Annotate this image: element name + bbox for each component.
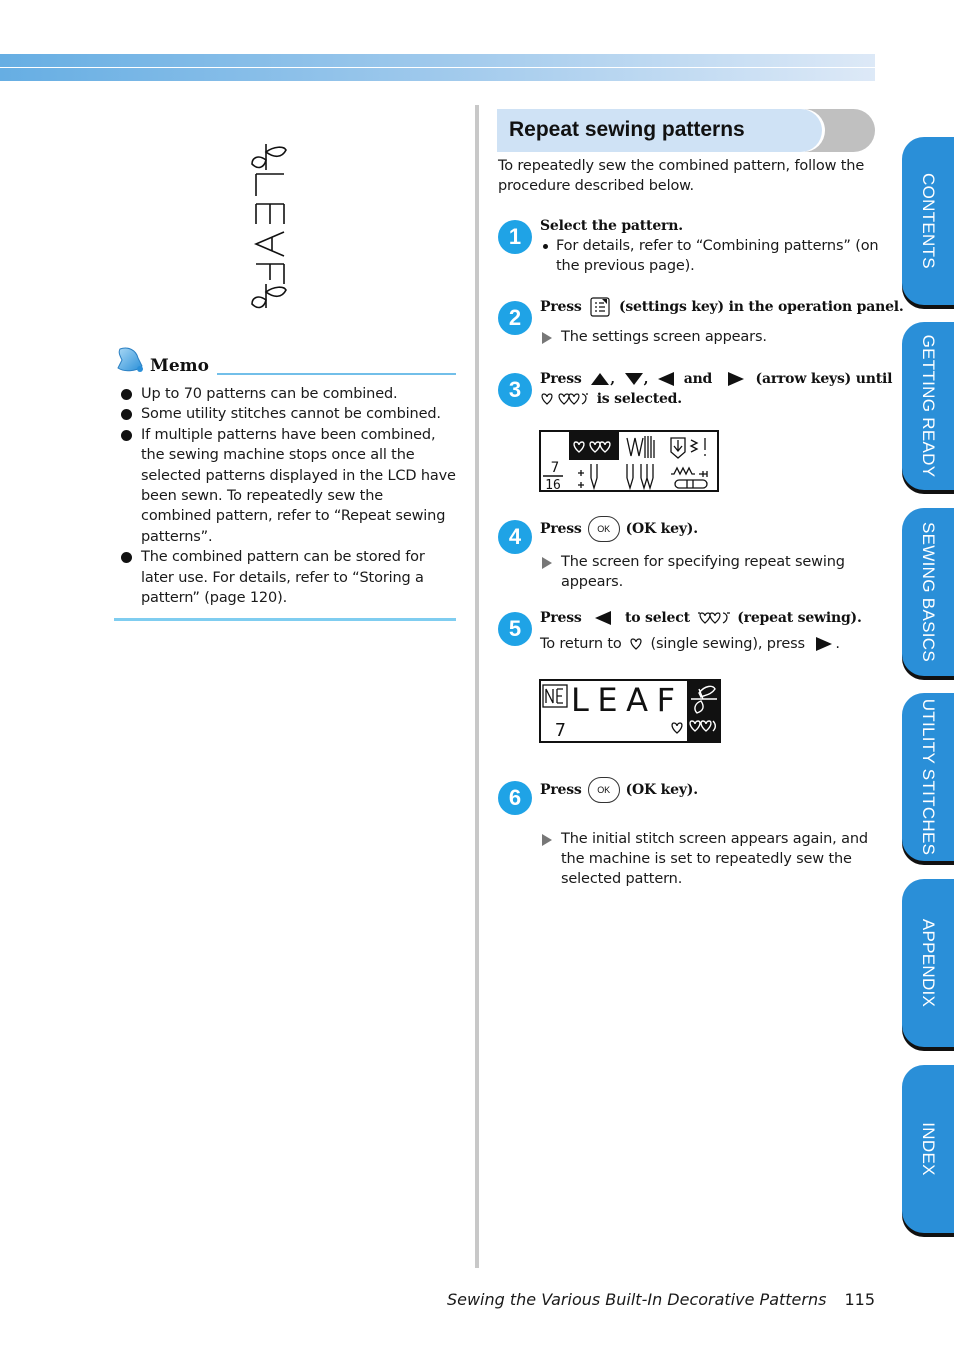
bullet-icon [121, 552, 132, 564]
section-bar-fill: Repeat sewing patterns [497, 109, 822, 152]
page-footer: Sewing the Various Built-In Decorative P… [0, 1290, 875, 1309]
arrow-left-key-icon [595, 611, 612, 625]
step-heading: Press to select (repeat sewing). [540, 610, 862, 626]
step-result: The initial stitch screen appears again,… [540, 829, 880, 889]
lcd-elongation-icon [674, 479, 708, 489]
step-number: 5 [498, 612, 532, 646]
lcd-repeat-count: 7 [555, 720, 566, 741]
lcd-pattern-length-icon [671, 466, 708, 477]
step-number: 1 [498, 220, 532, 254]
lcd-fraction-top: 7 [551, 460, 559, 476]
arrow-right-key-icon [816, 637, 833, 651]
lcd-buttonhole-icon [670, 437, 686, 459]
lcd-settings-graphic: 7 16 [543, 432, 708, 493]
side-tab-sewing-basics[interactable]: SEWING BASICS [902, 508, 954, 676]
settings-key-icon [590, 297, 610, 317]
result-arrow-icon [542, 332, 552, 344]
arrow-left-key-icon [658, 372, 675, 386]
single-sewing-icon [630, 638, 642, 650]
bell-memo-icon [117, 347, 143, 372]
chapter-title: Sewing the Various Built-In Decorative P… [446, 1290, 827, 1309]
side-tab-index[interactable]: INDEX [902, 1065, 954, 1233]
column-divider [475, 105, 479, 1268]
lcd-repeat-screen: LEAF 7 [539, 679, 721, 743]
memo-title: Memo [150, 356, 209, 376]
arrow-down-key-icon [624, 373, 643, 385]
step-number: 3 [498, 373, 532, 407]
bullet-icon [121, 389, 132, 400]
lcd-single-sewing-icon [671, 722, 683, 734]
side-tab-getting-ready[interactable]: GETTING READY [902, 322, 954, 490]
leaf-motif-icon [251, 144, 287, 170]
arrow-up-key-icon [591, 373, 610, 385]
side-tab-utility-stitches[interactable]: UTILITY STITCHES [902, 693, 954, 861]
step-result: The screen for specifying repeat sewing … [540, 552, 880, 592]
leaf-pattern-illustration [251, 144, 287, 309]
memo-box: Memo Up to 70 patterns can be combined. … [114, 346, 456, 622]
lcd-stitch-zigzag-icon [626, 436, 655, 458]
lcd-tension-icon [689, 438, 706, 456]
header-band-bottom [0, 68, 875, 81]
arrow-right-key-icon [727, 372, 744, 386]
lcd-pattern-text: LEAF [571, 681, 681, 719]
bullet-icon [121, 409, 132, 421]
step-heading: Select the pattern. [540, 218, 683, 234]
lcd-settings-screen: 7 16 [539, 430, 719, 493]
step-note: To return to (single sewing), press . [540, 636, 840, 652]
bullet-icon [121, 429, 132, 441]
memo-item: Some utility stitches cannot be combined… [114, 404, 456, 424]
step-heading: Press (settings key) in the operation pa… [540, 297, 904, 317]
lcd-stitch-length-icon [578, 464, 598, 491]
result-arrow-icon [542, 557, 552, 569]
section-title: Repeat sewing patterns [509, 118, 745, 141]
step-heading: Press OK (OK key). [540, 777, 880, 803]
step-number: 6 [498, 781, 532, 815]
page-number: 115 [844, 1290, 875, 1309]
step-heading-line2: is selected. [540, 389, 880, 409]
side-tab-contents[interactable]: CONTENTS [902, 137, 954, 305]
memo-bottom-rule [114, 618, 456, 622]
step-result: The settings screen appears. [540, 327, 880, 347]
repeat-sewing-icon [697, 612, 730, 624]
memo-item: Up to 70 patterns can be combined. [114, 384, 456, 404]
memo-list: Up to 70 patterns can be combined. Some … [114, 384, 456, 608]
step-number: 4 [498, 520, 532, 554]
lcd-fraction-bottom: 16 [545, 478, 561, 490]
header-band-top [0, 54, 875, 67]
lcd-stitch-width-icon [626, 464, 654, 491]
step-heading: Press , , and (arrow keys) until [540, 371, 893, 387]
section-heading-bar: Repeat sewing patterns [497, 109, 875, 152]
memo-item: The combined pattern can be stored for l… [114, 547, 456, 608]
result-arrow-icon [542, 834, 552, 846]
step-number: 2 [498, 301, 532, 335]
memo-item: If multiple patterns have been combined,… [114, 425, 456, 547]
lcd-selected-cell [569, 432, 619, 460]
single-repeat-sewing-icon [541, 393, 588, 405]
memo-rule [217, 373, 456, 375]
side-tab-appendix[interactable]: APPENDIX [902, 879, 954, 1047]
step-bullet: For details, refer to “Combining pattern… [540, 236, 880, 276]
intro-text: To repeatedly sew the combined pattern, … [498, 158, 865, 194]
lcd-repeat-graphic: LEAF 7 [542, 681, 719, 741]
bullet-icon [543, 244, 548, 249]
ok-key-button[interactable]: OK [587, 516, 620, 542]
step-heading: Press OK (OK key). [540, 516, 880, 542]
leaf-motif-icon [251, 284, 287, 309]
ok-key-button[interactable]: OK [587, 777, 620, 803]
